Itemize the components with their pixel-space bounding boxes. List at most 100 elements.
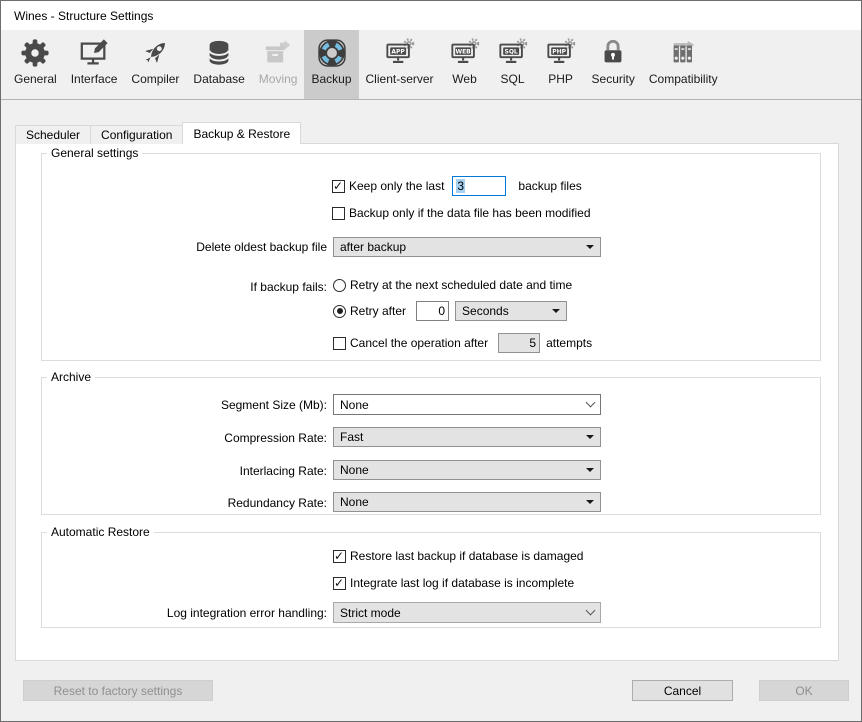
lifebuoy-icon: [315, 35, 349, 71]
lock-icon: [596, 35, 630, 71]
interlacing-rate-label: Interlacing Rate:: [240, 464, 327, 478]
toolbar-label: Moving: [259, 72, 298, 86]
toolbar-item-backup[interactable]: Backup: [304, 30, 358, 99]
toolbar-item-compatibility[interactable]: Compatibility: [642, 30, 725, 99]
toolbar-label: Interface: [71, 72, 118, 86]
toolbar-label: Backup: [311, 72, 351, 86]
delete-oldest-label: Delete oldest backup file: [196, 240, 327, 254]
structure-settings-dialog: Wines - Structure Settings General: [0, 0, 862, 722]
retry-unit-value: Seconds: [462, 304, 509, 318]
backup-modified-row: Backup only if the data file has been mo…: [332, 205, 591, 221]
tab-backup-restore[interactable]: Backup & Restore: [182, 122, 301, 144]
compression-rate-label: Compression Rate:: [224, 431, 327, 445]
ok-label: OK: [795, 684, 812, 698]
backup-if-modified-checkbox[interactable]: [332, 207, 345, 220]
archive-title: Archive: [47, 370, 95, 384]
cancel-button[interactable]: Cancel: [632, 680, 733, 701]
box-arrow-icon: [261, 35, 295, 71]
dropdown-arrow-icon: [586, 500, 594, 504]
title-bar: Wines - Structure Settings: [1, 1, 861, 30]
tab-label: Scheduler: [26, 128, 80, 142]
integrate-last-log-row: Integrate last log if database is incomp…: [333, 575, 574, 591]
dropdown-arrow-icon: [586, 435, 594, 439]
integrate-last-log-checkbox[interactable]: [333, 577, 346, 590]
gear-icon: [18, 35, 52, 71]
interlacing-rate-dropdown[interactable]: None: [333, 460, 601, 480]
toolbar-item-security[interactable]: Security: [585, 30, 642, 99]
retry-scheduled-radio[interactable]: [333, 279, 346, 292]
toolbar-item-database[interactable]: Database: [186, 30, 251, 99]
retry-scheduled-row: Retry at the next scheduled date and tim…: [333, 277, 572, 293]
interlacing-rate-value: None: [340, 463, 369, 477]
keep-only-last-checkbox[interactable]: [332, 180, 345, 193]
ok-button: OK: [759, 680, 849, 701]
compression-rate-dropdown[interactable]: Fast: [333, 427, 601, 447]
monitor-pencil-icon: [77, 35, 111, 71]
tab-configuration[interactable]: Configuration: [90, 125, 183, 144]
monitor-web-gear-icon: WEB: [448, 35, 482, 71]
chevron-down-icon: [586, 606, 596, 616]
keep-count-input[interactable]: 3: [452, 176, 506, 196]
cancel-operation-label: Cancel the operation after: [350, 336, 488, 350]
dropdown-arrow-icon: [586, 468, 594, 472]
toolbar-item-php[interactable]: PHP PHP: [537, 30, 585, 99]
toolbar-item-compiler[interactable]: Compiler: [124, 30, 186, 99]
toolbar-label: PHP: [548, 72, 573, 86]
automatic-restore-title: Automatic Restore: [47, 525, 154, 539]
cancel-label: Cancel: [664, 684, 701, 698]
log-error-handling-label: Log integration error handling:: [167, 606, 327, 620]
log-error-handling-value: Strict mode: [340, 606, 401, 620]
if-backup-fails-label: If backup fails:: [250, 280, 327, 294]
toolbar-item-interface[interactable]: Interface: [64, 30, 125, 99]
toolbar-label: Security: [592, 72, 635, 86]
monitor-app-gear-icon: APP: [383, 35, 417, 71]
delete-oldest-value: after backup: [340, 240, 406, 254]
database-icon: [202, 35, 236, 71]
window-title: Wines - Structure Settings: [14, 9, 153, 23]
toolbar-item-general[interactable]: General: [7, 30, 64, 99]
restore-last-backup-row: Restore last backup if database is damag…: [333, 548, 583, 564]
delete-oldest-dropdown[interactable]: after backup: [333, 237, 601, 257]
svg-text:APP: APP: [391, 49, 405, 56]
retry-after-value-input[interactable]: 0: [416, 301, 449, 321]
settings-toolbar: General Interface: [1, 30, 861, 100]
keep-last-row: Keep only the last 3 backup files: [332, 175, 582, 197]
toolbar-label: SQL: [501, 72, 525, 86]
svg-text:WEB: WEB: [455, 49, 471, 56]
tab-strip: Scheduler Configuration Backup & Restore: [15, 122, 300, 144]
toolbar-label: Client-server: [366, 72, 434, 86]
cancel-operation-row: Cancel the operation after 5 attempts: [333, 332, 592, 354]
chevron-down-icon: [586, 398, 596, 408]
general-settings-title: General settings: [47, 146, 142, 160]
retry-scheduled-label: Retry at the next scheduled date and tim…: [350, 278, 572, 292]
segment-size-dropdown[interactable]: None: [333, 394, 601, 415]
attempts-label: attempts: [546, 336, 592, 350]
dropdown-arrow-icon: [586, 245, 594, 249]
toolbar-item-client-server[interactable]: APP Client-server: [359, 30, 441, 99]
segment-size-label: Segment Size (Mb):: [221, 398, 327, 412]
toolbar-item-sql[interactable]: SQL SQL: [489, 30, 537, 99]
retry-after-radio[interactable]: [333, 305, 346, 318]
retry-after-unit-dropdown[interactable]: Seconds: [455, 301, 567, 321]
toolbar-label: General: [14, 72, 57, 86]
reset-factory-label: Reset to factory settings: [54, 684, 183, 698]
svg-text:PHP: PHP: [552, 49, 566, 56]
toolbar-item-moving: Moving: [252, 30, 305, 99]
monitor-sql-gear-icon: SQL: [496, 35, 530, 71]
toolbar-label: Database: [193, 72, 244, 86]
keep-only-last-label: Keep only the last: [349, 179, 444, 193]
svg-text:SQL: SQL: [504, 49, 517, 56]
integrate-last-log-label: Integrate last log if database is incomp…: [350, 576, 574, 590]
restore-last-backup-checkbox[interactable]: [333, 550, 346, 563]
servers-arrow-icon: [666, 35, 700, 71]
redundancy-rate-dropdown[interactable]: None: [333, 492, 601, 512]
tab-scheduler[interactable]: Scheduler: [15, 125, 91, 144]
attempts-input: 5: [498, 333, 540, 353]
cancel-operation-checkbox[interactable]: [333, 337, 346, 350]
toolbar-label: Compiler: [131, 72, 179, 86]
log-error-handling-dropdown[interactable]: Strict mode: [333, 602, 601, 623]
reset-factory-button: Reset to factory settings: [23, 680, 213, 701]
backup-if-modified-label: Backup only if the data file has been mo…: [349, 206, 591, 220]
toolbar-label: Web: [452, 72, 476, 86]
toolbar-item-web[interactable]: WEB Web: [441, 30, 489, 99]
